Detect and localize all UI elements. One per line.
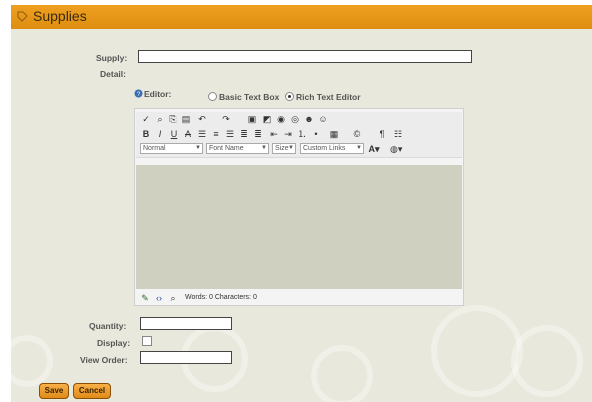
paragraph-icon[interactable]: ¶ [376, 128, 388, 140]
italic-button[interactable]: I [154, 128, 166, 140]
chevron-down-icon: ▼ [288, 145, 294, 151]
bold-button[interactable]: B [140, 128, 152, 140]
copy-icon[interactable]: ⎘ [167, 113, 179, 125]
undo-icon[interactable]: ↶ [196, 113, 208, 125]
numbered-list-icon[interactable]: ⒈ [296, 128, 308, 140]
find-icon[interactable]: ⌕ [154, 113, 166, 125]
html-mode-icon[interactable]: ‹› [153, 292, 165, 304]
links-select-value: Custom Links [303, 145, 346, 152]
format-select[interactable]: Normal ▼ [140, 143, 203, 154]
save-button[interactable]: Save [39, 383, 69, 399]
toolbar-row-1: ✓ ⌕ ⎘ ▤ ↶ ↷ ▣ ◩ ◉ ◎ ☻ ☺ [136, 112, 462, 128]
decor-bubble [511, 325, 583, 397]
toolbar-row-2: B I U A ☰ ≡ ☰ ≣ ≣ ⇤ ⇥ ⒈ • ▦ © ¶ ☷ [136, 127, 462, 143]
strikethrough-button[interactable]: A [182, 128, 194, 140]
editor-status-bar: ✎ ‹› ⌕ Words: 0 Characters: 0 [136, 291, 462, 305]
chevron-down-icon: ▼ [195, 145, 201, 151]
font-select[interactable]: Font Name ▼ [206, 143, 269, 154]
view-order-input[interactable] [140, 351, 232, 364]
spellcheck-icon[interactable]: ✓ [140, 113, 152, 125]
header-bar: Supplies [11, 5, 592, 29]
align-right-icon[interactable]: ☰ [224, 128, 236, 140]
decor-bubble [431, 305, 523, 397]
link-icon[interactable]: ◎ [289, 113, 301, 125]
decor-bubble [311, 345, 373, 402]
highlight-icon[interactable]: ◍▾ [390, 143, 402, 155]
display-checkbox[interactable] [142, 336, 152, 346]
rich-text-radio[interactable] [285, 92, 294, 101]
quantity-input[interactable] [140, 317, 232, 330]
decor-bubble [11, 335, 53, 387]
redo-icon[interactable]: ↷ [220, 113, 232, 125]
user-icon[interactable]: ☻ [303, 113, 315, 125]
basic-text-radio[interactable] [208, 92, 217, 101]
toolbar-row-3: Normal ▼ Font Name ▼ Size ▼ Custom Links ▼ A… [136, 142, 462, 158]
rich-text-option[interactable]: Rich Text Editor [296, 92, 361, 102]
symbol-icon[interactable]: © [351, 128, 363, 140]
size-select[interactable]: Size ▼ [272, 143, 296, 154]
view-order-label: View Order: [80, 355, 128, 365]
flash-icon[interactable]: ◉ [275, 113, 287, 125]
design-mode-icon[interactable]: ✎ [139, 292, 151, 304]
quantity-label: Quantity: [89, 321, 127, 331]
supply-label: Supply: [96, 53, 128, 63]
format-list-icon[interactable]: ☷ [392, 128, 404, 140]
size-select-value: Size [275, 145, 289, 152]
detail-label: Detail: [100, 69, 126, 79]
bullet-list-icon[interactable]: • [310, 128, 322, 140]
unlink-icon[interactable]: ☺ [317, 113, 329, 125]
font-select-value: Font Name [209, 145, 244, 152]
align-left-icon[interactable]: ☰ [196, 128, 208, 140]
page-title: Supplies [33, 8, 87, 24]
format-select-value: Normal [143, 145, 166, 152]
align-center-icon[interactable]: ≡ [210, 128, 222, 140]
font-color-icon[interactable]: A▾ [368, 143, 380, 155]
indent-icon[interactable]: ⇥ [282, 128, 294, 140]
cancel-button[interactable]: Cancel [73, 383, 111, 399]
supply-input[interactable] [138, 50, 472, 63]
rich-text-editor: ✓ ⌕ ⎘ ▤ ↶ ↷ ▣ ◩ ◉ ◎ ☻ ☺ B I U A ☰ ≡ ☰ ≣ … [134, 108, 464, 306]
word-count: Words: 0 Characters: 0 [185, 294, 257, 301]
image-icon[interactable]: ▣ [246, 113, 258, 125]
chevron-down-icon: ▼ [261, 145, 267, 151]
links-select[interactable]: Custom Links ▼ [300, 143, 364, 154]
justify-icon[interactable]: ≣ [238, 128, 250, 140]
media-icon[interactable]: ◩ [261, 113, 273, 125]
page-frame: Supplies Supply: Detail: ? Editor: Basic… [11, 5, 592, 402]
display-label: Display: [97, 338, 131, 348]
chevron-down-icon: ▼ [356, 145, 362, 151]
help-icon[interactable]: ? [134, 89, 143, 98]
editor-content-area[interactable] [136, 165, 462, 289]
editor-label: Editor: [144, 89, 172, 99]
justify-full-icon[interactable]: ≣ [252, 128, 264, 140]
outdent-icon[interactable]: ⇤ [268, 128, 280, 140]
tag-icon [17, 11, 28, 22]
table-icon[interactable]: ▦ [328, 128, 340, 140]
basic-text-option[interactable]: Basic Text Box [219, 92, 279, 102]
underline-button[interactable]: U [168, 128, 180, 140]
paste-icon[interactable]: ▤ [180, 113, 192, 125]
preview-icon[interactable]: ⌕ [167, 292, 179, 304]
